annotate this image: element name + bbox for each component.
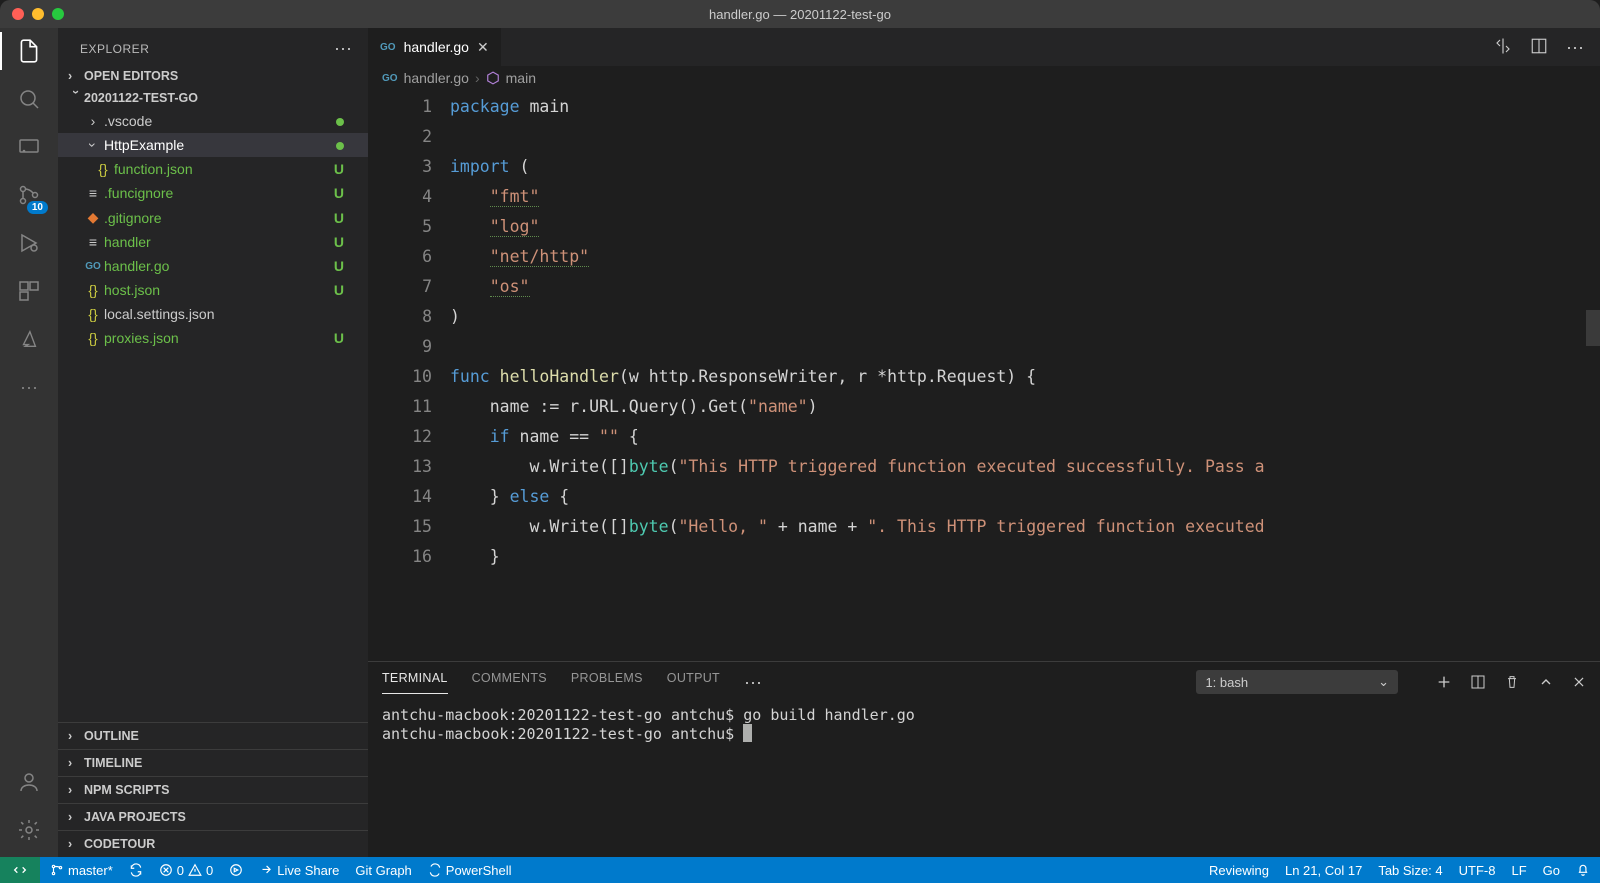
status-bar: master* 0 0 Live Share Git Graph PowerSh… <box>0 857 1600 883</box>
terminal-tab[interactable]: TERMINAL <box>382 671 448 694</box>
comments-tab[interactable]: COMMENTS <box>472 671 547 693</box>
account-icon[interactable] <box>16 769 42 795</box>
settings-gear-icon[interactable] <box>16 817 42 843</box>
git-branch-status[interactable]: master* <box>50 863 113 878</box>
symbol-icon <box>486 71 500 85</box>
tab-size-status[interactable]: Tab Size: 4 <box>1378 863 1442 878</box>
open-editors-section[interactable]: ›OPEN EDITORS <box>58 65 368 87</box>
language-status[interactable]: Go <box>1543 863 1560 878</box>
panel: TERMINAL COMMENTS PROBLEMS OUTPUT ··· 1:… <box>368 661 1600 857</box>
code-editor[interactable]: 12345678910111213141516 package main imp… <box>368 90 1600 661</box>
azure-icon[interactable] <box>16 326 42 352</box>
folder-vscode[interactable]: ›.vscode <box>58 109 368 133</box>
kill-terminal-icon[interactable] <box>1504 674 1520 690</box>
source-control-badge: 10 <box>27 201 48 214</box>
port-icon[interactable] <box>229 863 243 877</box>
sidebar: EXPLORER ··· ›OPEN EDITORS ›20201122-TES… <box>58 28 368 857</box>
file-function-json[interactable]: {}function.json U <box>58 157 368 181</box>
workspace-label: 20201122-TEST-GO <box>84 91 198 105</box>
sidebar-title: EXPLORER <box>80 42 149 56</box>
remote-explorer-icon[interactable] <box>16 134 42 160</box>
more-icon[interactable]: ··· <box>16 374 42 400</box>
close-tab-icon[interactable]: ✕ <box>477 39 489 56</box>
reviewing-status[interactable]: Reviewing <box>1209 863 1269 878</box>
new-terminal-icon[interactable] <box>1436 674 1452 690</box>
file-handler-bin[interactable]: ≡handler U <box>58 230 368 254</box>
sidebar-more-icon[interactable]: ··· <box>334 38 352 59</box>
powershell[interactable]: PowerShell <box>428 863 512 878</box>
folder-httpexample[interactable]: ›HttpExample <box>58 133 368 157</box>
editor-more-icon[interactable]: ··· <box>1566 37 1584 58</box>
window-title: handler.go — 20201122-test-go <box>0 7 1600 22</box>
sync-button[interactable] <box>129 863 143 877</box>
tab-label: handler.go <box>404 39 469 55</box>
close-panel-icon[interactable] <box>1572 675 1586 689</box>
line-col-status[interactable]: Ln 21, Col 17 <box>1285 863 1362 878</box>
minimap-indicator[interactable] <box>1586 310 1600 346</box>
extensions-icon[interactable] <box>16 278 42 304</box>
terminal-select[interactable]: 1: bash ⌄ <box>1196 670 1398 694</box>
panel-more-icon[interactable]: ··· <box>744 672 762 693</box>
breadcrumb-file[interactable]: handler.go <box>404 70 469 86</box>
go-file-icon: GO <box>380 42 396 53</box>
encoding-status[interactable]: UTF-8 <box>1459 863 1496 878</box>
file-handler-go[interactable]: GOhandler.go U <box>58 254 368 278</box>
tab-bar: GO handler.go ✕ ··· <box>368 28 1600 66</box>
source-control-icon[interactable]: 10 <box>16 182 42 208</box>
codetour-section[interactable]: ›CODETOUR <box>58 830 368 857</box>
search-icon[interactable] <box>16 86 42 112</box>
timeline-section[interactable]: ›TIMELINE <box>58 749 368 776</box>
errors-warnings[interactable]: 0 0 <box>159 863 213 878</box>
explorer-icon[interactable] <box>16 38 42 64</box>
live-share[interactable]: Live Share <box>259 863 339 878</box>
npm-section[interactable]: ›NPM SCRIPTS <box>58 776 368 803</box>
eol-status[interactable]: LF <box>1511 863 1526 878</box>
breadcrumb[interactable]: GO handler.go › main <box>368 66 1600 90</box>
remote-button[interactable] <box>0 857 40 883</box>
file-local-settings[interactable]: {}local.settings.json <box>58 302 368 326</box>
split-editor-icon[interactable] <box>1530 37 1548 55</box>
compare-icon[interactable] <box>1494 37 1512 55</box>
git-graph[interactable]: Git Graph <box>355 863 411 878</box>
open-editors-label: OPEN EDITORS <box>84 69 178 83</box>
titlebar: handler.go — 20201122-test-go <box>0 0 1600 28</box>
file-gitignore[interactable]: ◆.gitignore U <box>58 205 368 230</box>
editor-area: GO handler.go ✕ ··· GO handler.go › main… <box>368 28 1600 857</box>
notifications-icon[interactable] <box>1576 863 1590 877</box>
chevron-down-icon: ⌄ <box>1378 674 1389 690</box>
split-terminal-icon[interactable] <box>1470 674 1486 690</box>
tab-handler-go[interactable]: GO handler.go ✕ <box>368 28 502 66</box>
file-proxies-json[interactable]: {}proxies.json U <box>58 326 368 350</box>
problems-tab[interactable]: PROBLEMS <box>571 671 643 693</box>
activity-bar: 10 ··· <box>0 28 58 857</box>
java-section[interactable]: ›JAVA PROJECTS <box>58 803 368 830</box>
output-tab[interactable]: OUTPUT <box>667 671 720 693</box>
breadcrumb-symbol[interactable]: main <box>506 70 536 86</box>
file-funcignore[interactable]: ≡.funcignore U <box>58 181 368 205</box>
outline-section[interactable]: ›OUTLINE <box>58 722 368 749</box>
file-host-json[interactable]: {}host.json U <box>58 278 368 302</box>
maximize-panel-icon[interactable] <box>1538 674 1554 690</box>
terminal-body[interactable]: antchu-macbook:20201122-test-go antchu$ … <box>368 694 1600 857</box>
go-file-icon: GO <box>382 73 398 84</box>
file-tree: ›.vscode ›HttpExample {}function.json U … <box>58 109 368 722</box>
workspace-section[interactable]: ›20201122-TEST-GO <box>58 87 368 109</box>
run-debug-icon[interactable] <box>16 230 42 256</box>
